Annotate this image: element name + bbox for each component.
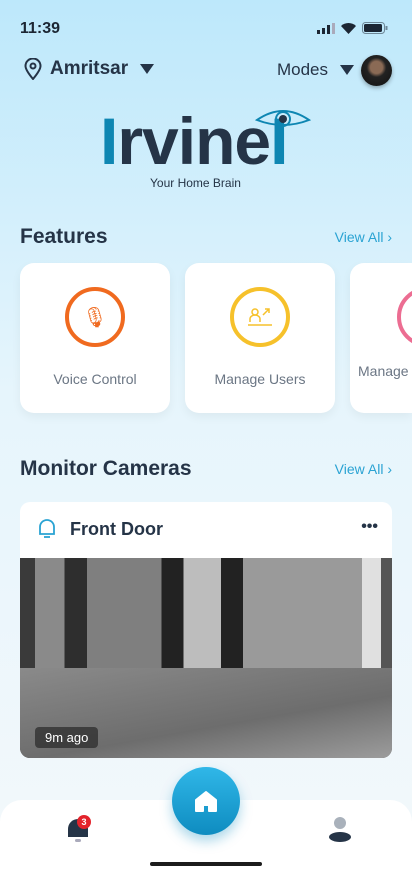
microphone-icon: 🎙 <box>65 287 125 347</box>
location-label: Amritsar <box>50 58 129 79</box>
camera-name: Front Door <box>70 519 163 539</box>
camera-feed[interactable]: 9m ago <box>20 558 392 758</box>
time-ago-badge: 9m ago <box>35 727 99 748</box>
status-time: 11:39 <box>20 20 61 37</box>
cameras-title: Monitor Cameras <box>20 457 192 480</box>
modes-label: Modes <box>276 60 328 79</box>
modes-dropdown[interactable]: Modes <box>277 60 354 80</box>
view-all-label: View All <box>334 229 384 245</box>
feature-label: Manage <box>358 363 409 379</box>
battery-icon <box>362 22 388 34</box>
view-all-label: View All <box>334 461 384 477</box>
chevron-down-icon <box>140 64 155 74</box>
more-options-icon[interactable]: ••• <box>361 518 378 536</box>
wifi-icon <box>341 22 356 34</box>
features-view-all-link[interactable]: View All › <box>335 229 392 245</box>
profile-icon[interactable] <box>328 815 352 843</box>
home-icon <box>195 791 217 812</box>
feature-label: Manage Users <box>214 371 306 387</box>
cameras-view-all-link[interactable]: View All › <box>335 461 392 477</box>
feature-card-manage[interactable]: Manage <box>350 263 412 413</box>
features-title: Features <box>20 225 108 248</box>
feature-icon <box>397 291 412 343</box>
location-pin-icon <box>24 58 42 80</box>
users-icon <box>230 287 290 347</box>
feature-label: Voice Control <box>53 371 137 387</box>
home-button[interactable] <box>172 767 240 835</box>
location-selector[interactable]: Amritsar <box>24 58 155 80</box>
bell-icon <box>39 519 55 538</box>
notification-badge: 3 <box>77 815 91 829</box>
feature-card-voice-control[interactable]: 🎙 Voice Control <box>20 263 170 413</box>
eye-logo-icon <box>255 110 311 127</box>
camera-card-front-door[interactable]: Front Door ••• 9m ago <box>20 502 392 758</box>
signal-icon <box>317 22 335 34</box>
avatar[interactable] <box>361 55 392 86</box>
brand-tagline: Your Home Brain <box>150 176 241 190</box>
feature-card-manage-users[interactable]: Manage Users <box>185 263 335 413</box>
status-icons <box>317 22 388 34</box>
home-indicator <box>150 862 262 866</box>
chevron-down-icon <box>340 65 354 75</box>
